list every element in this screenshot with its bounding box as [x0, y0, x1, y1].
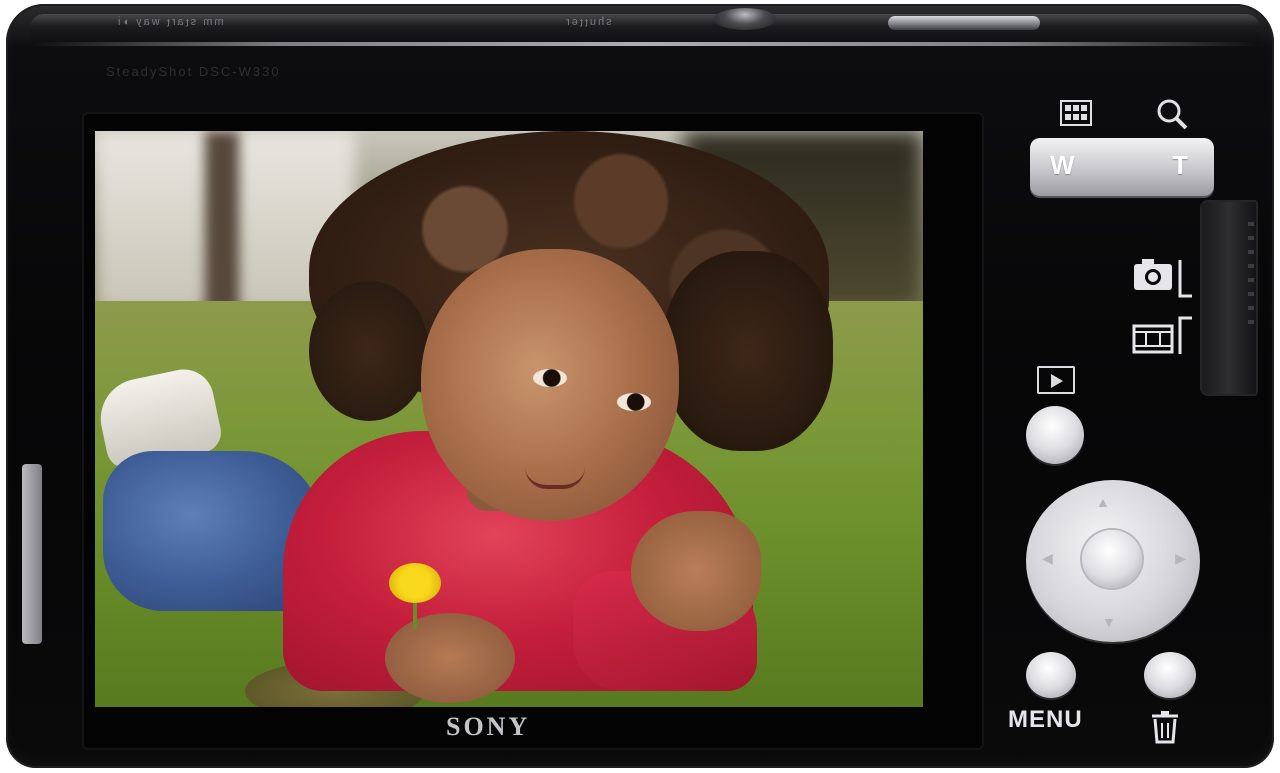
- brand-logo: SONY: [446, 712, 531, 741]
- slider-ridge: [1248, 264, 1254, 268]
- grid-index-icon: [1060, 100, 1092, 132]
- delete-button[interactable]: [1144, 652, 1196, 698]
- center-ok-button[interactable]: [1082, 530, 1142, 588]
- top-print-right: ɹɘʇʇnɥs: [566, 16, 614, 28]
- dpad-right-mark: ▶: [1175, 550, 1186, 566]
- zoom-tele-label: T: [1172, 150, 1188, 180]
- model-print: SteadyShot DSC-W330: [106, 64, 281, 79]
- playback-button[interactable]: [1026, 406, 1084, 464]
- mode-switch[interactable]: [1200, 200, 1258, 396]
- dpad-left-mark: ◀: [1042, 550, 1053, 566]
- photo-flower-stem: [413, 599, 417, 629]
- slider-ridge: [1248, 306, 1254, 310]
- slider-ridge: [1248, 278, 1254, 282]
- camera-top-edge: [36, 42, 1256, 46]
- slider-ridge: [1248, 292, 1254, 296]
- play-triangle: [1051, 374, 1063, 388]
- lcd-screen-photo: [95, 131, 923, 707]
- camera-icon: [1132, 256, 1194, 305]
- photo-hair-left: [309, 281, 429, 421]
- photo-hand-holding-flower: [385, 613, 515, 703]
- slider-ridge: [1248, 250, 1254, 254]
- shutter-button[interactable]: [714, 8, 776, 30]
- photo-right-eye: [617, 393, 651, 411]
- photo-hair-right: [663, 251, 833, 451]
- dpad-up-mark: ▲: [1096, 494, 1110, 510]
- slider-ridge: [1248, 222, 1254, 226]
- magnifier-icon: [1154, 96, 1190, 138]
- control-wheel[interactable]: ▲ ◀ ▶ ▼: [1026, 480, 1200, 642]
- play-icon: [1037, 366, 1075, 394]
- menu-button[interactable]: [1026, 652, 1076, 698]
- slider-ridge: [1248, 236, 1254, 240]
- power-button[interactable]: [888, 16, 1040, 30]
- zoom-wide-label: W: [1050, 150, 1075, 180]
- side-label-strip: [22, 464, 42, 644]
- dpad-down-mark: ▼: [1102, 614, 1116, 630]
- photo-background-tree: [205, 131, 239, 321]
- top-print-left: ᴉ◖ ʎɐʍ ʇɹɐʇs ɯɯ: [118, 16, 226, 28]
- slider-ridge: [1248, 320, 1254, 324]
- photo-dandelion: [389, 563, 441, 603]
- zoom-lever[interactable]: W T: [1030, 138, 1214, 196]
- film-icon: [1132, 316, 1194, 365]
- photo-hand: [631, 511, 761, 631]
- menu-label: MENU: [1008, 706, 1083, 733]
- trash-icon: [1150, 710, 1180, 751]
- photo-left-eye: [533, 369, 567, 387]
